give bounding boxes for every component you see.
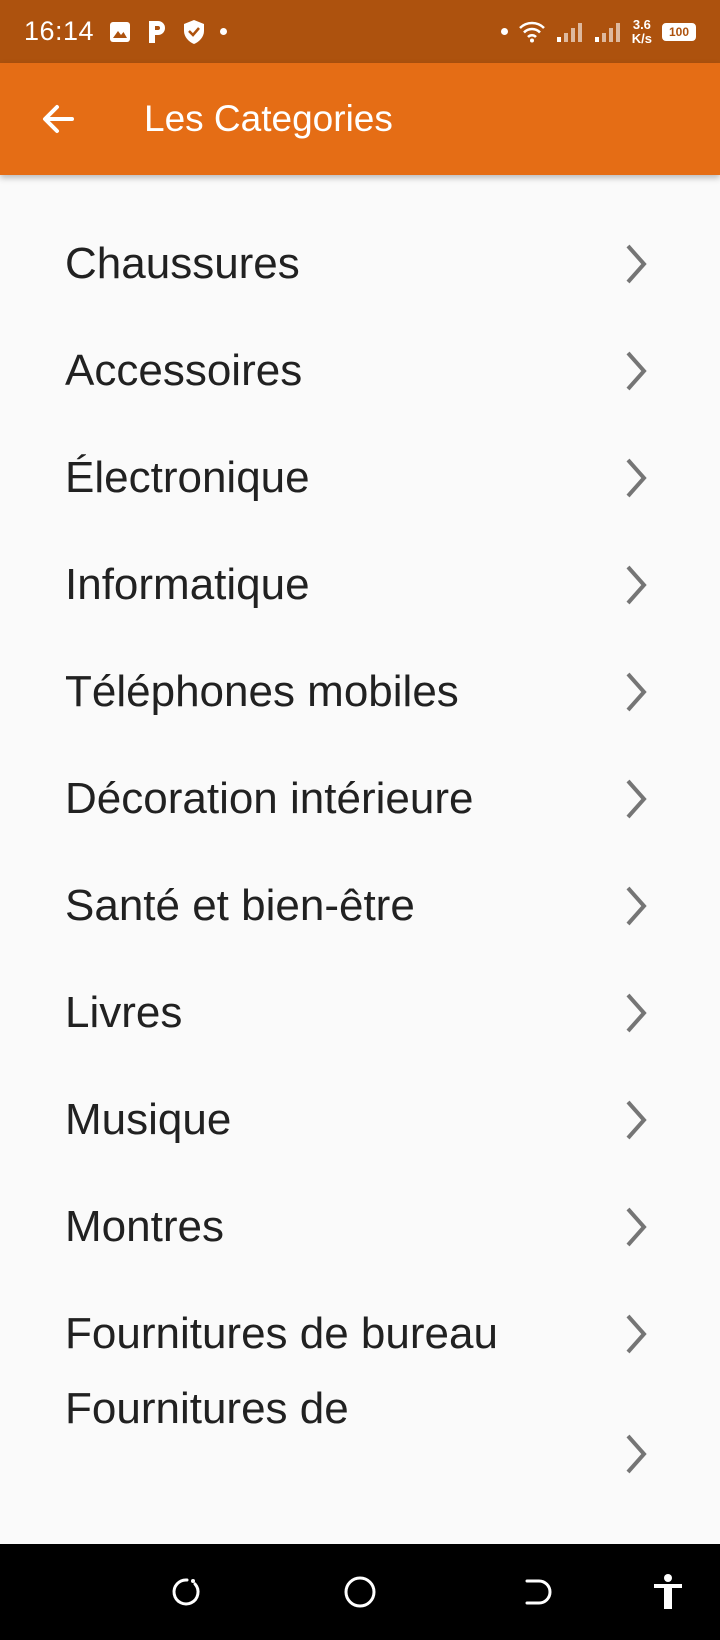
chevron-right-icon [626, 993, 647, 1033]
status-time: 16:14 [24, 16, 95, 46]
chevron-right-icon [626, 1434, 647, 1474]
category-list[interactable]: Chaussures Accessoires Électronique Info… [0, 175, 720, 1544]
category-item-chaussures[interactable]: Chaussures [0, 208, 720, 320]
dot-icon [220, 28, 228, 35]
category-label: Électronique [65, 453, 310, 502]
back-icon [525, 1579, 552, 1605]
system-icons: 3.6 K/s 100 [500, 16, 696, 46]
category-label: Décoration intérieure [65, 774, 474, 823]
category-item-telephones-mobiles[interactable]: Téléphones mobiles [0, 636, 720, 748]
home-button[interactable] [336, 1568, 384, 1616]
chevron-right-icon [626, 458, 647, 498]
category-label: Fournitures de [65, 1384, 349, 1433]
speed-value: 3.6 [632, 16, 651, 32]
category-label: Fournitures de bureau [65, 1309, 498, 1358]
chevron-right-icon [626, 672, 647, 712]
chevron-right-icon [626, 244, 647, 284]
chevron-right-icon [626, 1207, 647, 1247]
battery-level: 100 [668, 24, 690, 39]
recent-apps-icon [172, 1578, 200, 1606]
category-label: Musique [65, 1095, 232, 1144]
category-item-sante-bien-etre[interactable]: Santé et bien-être [0, 850, 720, 962]
arrow-left-icon [43, 105, 74, 133]
system-nav-bar [0, 1544, 720, 1640]
category-item-informatique[interactable]: Informatique [0, 529, 720, 641]
accessibility-button[interactable] [644, 1568, 692, 1616]
chevron-right-icon [626, 351, 647, 391]
chevron-right-icon [626, 886, 647, 926]
category-label: Montres [65, 1202, 224, 1251]
battery-icon: 100 [662, 22, 696, 41]
category-item-electronique[interactable]: Électronique [0, 422, 720, 534]
category-item-decoration-interieure[interactable]: Décoration intérieure [0, 743, 720, 855]
home-icon [344, 1576, 376, 1608]
category-label: Chaussures [65, 239, 300, 288]
network-speed: 3.6 K/s [631, 16, 652, 46]
status-bar: 16:14 3.6 K/s 100 [0, 0, 720, 63]
category-item-musique[interactable]: Musique [0, 1064, 720, 1176]
back-nav-button[interactable] [512, 1568, 560, 1616]
chevron-right-icon [626, 565, 647, 605]
accessibility-icon [654, 1574, 682, 1609]
category-label: Livres [65, 988, 183, 1037]
shield-icon [184, 19, 205, 44]
chevron-right-icon [626, 779, 647, 819]
back-button[interactable] [28, 89, 88, 149]
page-title: Les Categories [144, 98, 393, 139]
recent-apps-button[interactable] [160, 1568, 208, 1616]
image-icon [110, 21, 131, 42]
category-item-montres[interactable]: Montres [0, 1171, 720, 1283]
chevron-right-icon [626, 1100, 647, 1140]
signal-icon [594, 22, 620, 42]
chevron-right-icon [626, 1314, 647, 1354]
category-label: Accessoires [65, 346, 303, 395]
category-item-accessoires[interactable]: Accessoires [0, 315, 720, 427]
category-item-fournitures-partial[interactable]: Fournitures de [0, 1366, 720, 1544]
speed-unit: K/s [631, 30, 652, 46]
p-icon [149, 20, 166, 43]
category-label: Téléphones mobiles [65, 667, 459, 716]
category-label: Santé et bien-être [65, 881, 415, 930]
dot-icon [500, 28, 508, 35]
category-item-livres[interactable]: Livres [0, 957, 720, 1069]
notification-icons [108, 19, 228, 45]
wifi-icon [518, 21, 545, 42]
signal-icon [556, 22, 582, 42]
app-bar: Les Categories [0, 63, 720, 175]
category-label: Informatique [65, 560, 310, 609]
